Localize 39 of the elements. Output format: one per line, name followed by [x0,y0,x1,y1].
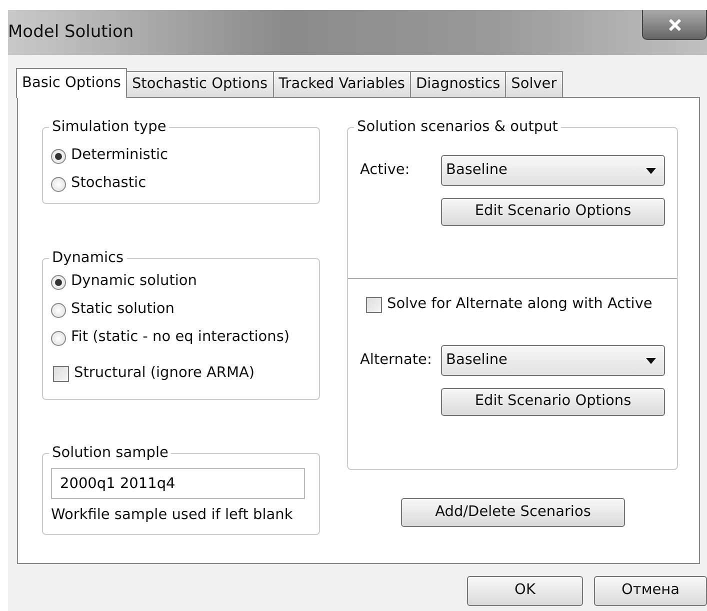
tab[interactable]: Tracked Variables [272,71,411,97]
option-label[interactable]: Deterministic [71,145,168,167]
option-label[interactable]: Static solution [71,299,174,321]
tab[interactable]: Diagnostics [410,71,506,97]
dialog-button[interactable]: Отмена [594,576,707,606]
add-delete-button[interactable]: Add/Delete Scenarios [401,498,625,527]
option-label[interactable]: Stochastic [71,173,146,195]
edit-options-button[interactable]: Edit Scenario Options [441,388,665,416]
tab[interactable]: Solver [505,71,563,97]
window-title: Model Solution [8,21,134,44]
close-button[interactable] [642,10,707,40]
checkbox-label[interactable]: Solve for Alternate along with Active [387,294,652,316]
group-label: Solution sample [49,443,172,463]
close-icon [668,18,682,30]
caret-icon [646,358,656,364]
checkbox-label[interactable]: Structural (ignore ARMA) [74,363,255,385]
tab[interactable]: Basic Options [16,68,127,98]
group-label: Dynamics [49,248,127,268]
radio-button[interactable] [51,148,66,164]
option-label[interactable]: Dynamic solution [71,271,197,293]
dialog-button[interactable]: OK [467,576,583,606]
hint-text: Workfile sample used if left blank [51,506,294,525]
radio-button[interactable] [51,176,66,192]
scenario-dropdown[interactable]: Baseline [441,155,665,186]
radio-button[interactable] [51,302,66,318]
field-label: Alternate: [360,350,433,370]
field-label: Active: [360,160,411,180]
caret-icon [646,168,656,174]
checkbox[interactable] [53,366,69,382]
group-label: Solution scenarios & output [354,117,561,137]
scenario-dropdown[interactable]: Baseline [441,345,665,376]
edit-options-button[interactable]: Edit Scenario Options [441,198,665,226]
option-label[interactable]: Fit (static - no eq interactions) [71,327,290,349]
tab[interactable]: Stochastic Options [126,71,274,97]
group-label: Simulation type [49,117,170,137]
radio-button[interactable] [51,330,66,346]
checkbox[interactable] [366,297,382,313]
sample-field[interactable]: 2000q1 2011q4 [51,468,305,499]
radio-button[interactable] [51,274,66,290]
